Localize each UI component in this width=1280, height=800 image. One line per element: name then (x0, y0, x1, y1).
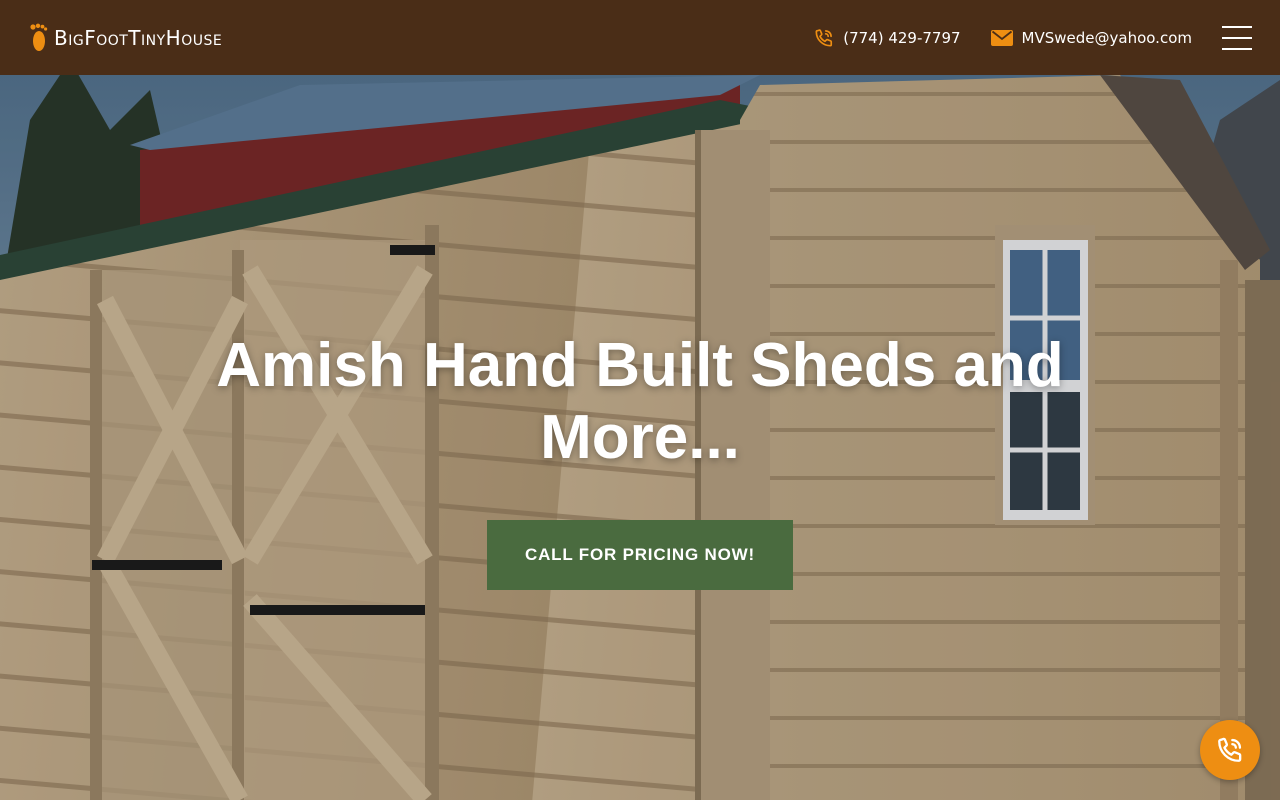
call-for-pricing-button[interactable]: CALL FOR PRICING NOW! (487, 520, 793, 590)
phone-icon (815, 28, 833, 47)
floating-call-button[interactable] (1200, 720, 1260, 780)
hero-title: Amish Hand Built Sheds and More... (216, 331, 1064, 472)
header-phone-text: (774) 429-7797 (843, 28, 961, 47)
header-contact: (774) 429-7797 MVSwede@yahoo.com (814, 25, 1252, 50)
header-email-link[interactable]: MVSwede@yahoo.com (990, 28, 1192, 47)
envelope-icon (990, 29, 1013, 46)
header-phone-link[interactable]: (774) 429-7797 (814, 28, 961, 48)
logo-text: BigFootTinyHouse (54, 25, 223, 50)
hero-section: Amish Hand Built Sheds and More... CALL … (0, 330, 1280, 590)
phone-call-icon (1218, 737, 1242, 762)
footprint-icon (30, 23, 48, 51)
hamburger-menu-icon[interactable] (1222, 25, 1252, 50)
site-logo[interactable]: BigFootTinyHouse (28, 23, 222, 53)
site-header: BigFootTinyHouse (774) 429-7797 MVSwede@… (0, 0, 1280, 75)
header-email-text: MVSwede@yahoo.com (1021, 28, 1192, 47)
